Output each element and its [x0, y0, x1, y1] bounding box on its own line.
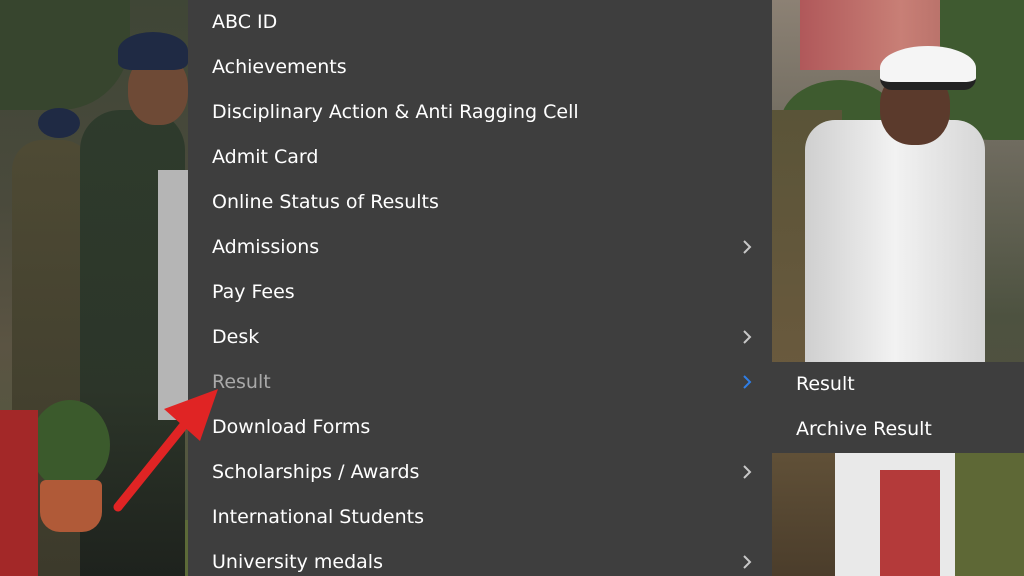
submenu-item-label: Result — [796, 373, 855, 395]
menu-item-label: University medals — [212, 551, 383, 573]
submenu-item-result[interactable]: Result — [772, 362, 1024, 407]
menu-item-label: Achievements — [212, 56, 347, 78]
menu-item-scholarships-awards[interactable]: Scholarships / Awards — [188, 450, 772, 495]
background-person-cap — [38, 108, 80, 138]
menu-item-result[interactable]: Result — [188, 360, 772, 405]
dropdown-menu: ABC ID Achievements Disciplinary Action … — [188, 0, 772, 576]
red-arrow-icon — [100, 385, 230, 520]
background-person-sleeve — [158, 170, 188, 420]
chevron-right-icon — [738, 238, 756, 256]
background-officer — [805, 120, 985, 370]
menu-item-pay-fees[interactable]: Pay Fees — [188, 270, 772, 315]
menu-item-label: Admissions — [212, 236, 320, 258]
chevron-right-icon — [738, 553, 756, 571]
menu-item-international-students[interactable]: International Students — [188, 495, 772, 540]
screen: ABC ID Achievements Disciplinary Action … — [0, 0, 1024, 576]
menu-item-label: Scholarships / Awards — [212, 461, 420, 483]
background-flower-pot — [40, 480, 102, 532]
background-officer-cap — [880, 46, 976, 90]
menu-item-label: Online Status of Results — [212, 191, 439, 213]
menu-item-download-forms[interactable]: Download Forms — [188, 405, 772, 450]
menu-item-admissions[interactable]: Admissions — [188, 225, 772, 270]
menu-item-university-medals[interactable]: University medals — [188, 540, 772, 576]
menu-item-label: Admit Card — [212, 146, 319, 168]
menu-item-online-status-of-results[interactable]: Online Status of Results — [188, 180, 772, 225]
chevron-right-icon — [738, 373, 756, 391]
menu-item-label: Desk — [212, 326, 260, 348]
menu-item-abc-id[interactable]: ABC ID — [188, 0, 772, 45]
menu-item-label: Disciplinary Action & Anti Ragging Cell — [212, 101, 579, 123]
submenu-item-archive-result[interactable]: Archive Result — [772, 407, 1024, 452]
menu-item-label: Download Forms — [212, 416, 371, 438]
chevron-right-icon — [738, 328, 756, 346]
chevron-right-icon — [738, 463, 756, 481]
background-red-carpet — [880, 470, 940, 576]
menu-item-label: International Students — [212, 506, 424, 528]
result-submenu: Result Archive Result — [772, 362, 1024, 453]
menu-item-desk[interactable]: Desk — [188, 315, 772, 360]
menu-item-admit-card[interactable]: Admit Card — [188, 135, 772, 180]
submenu-item-label: Archive Result — [796, 418, 932, 440]
background-person-cap — [118, 32, 188, 70]
background-red-cloth — [0, 410, 38, 576]
menu-item-label: ABC ID — [212, 11, 278, 33]
menu-item-achievements[interactable]: Achievements — [188, 45, 772, 90]
background-plant — [30, 400, 110, 490]
menu-item-disciplinary-action[interactable]: Disciplinary Action & Anti Ragging Cell — [188, 90, 772, 135]
menu-item-label: Pay Fees — [212, 281, 295, 303]
